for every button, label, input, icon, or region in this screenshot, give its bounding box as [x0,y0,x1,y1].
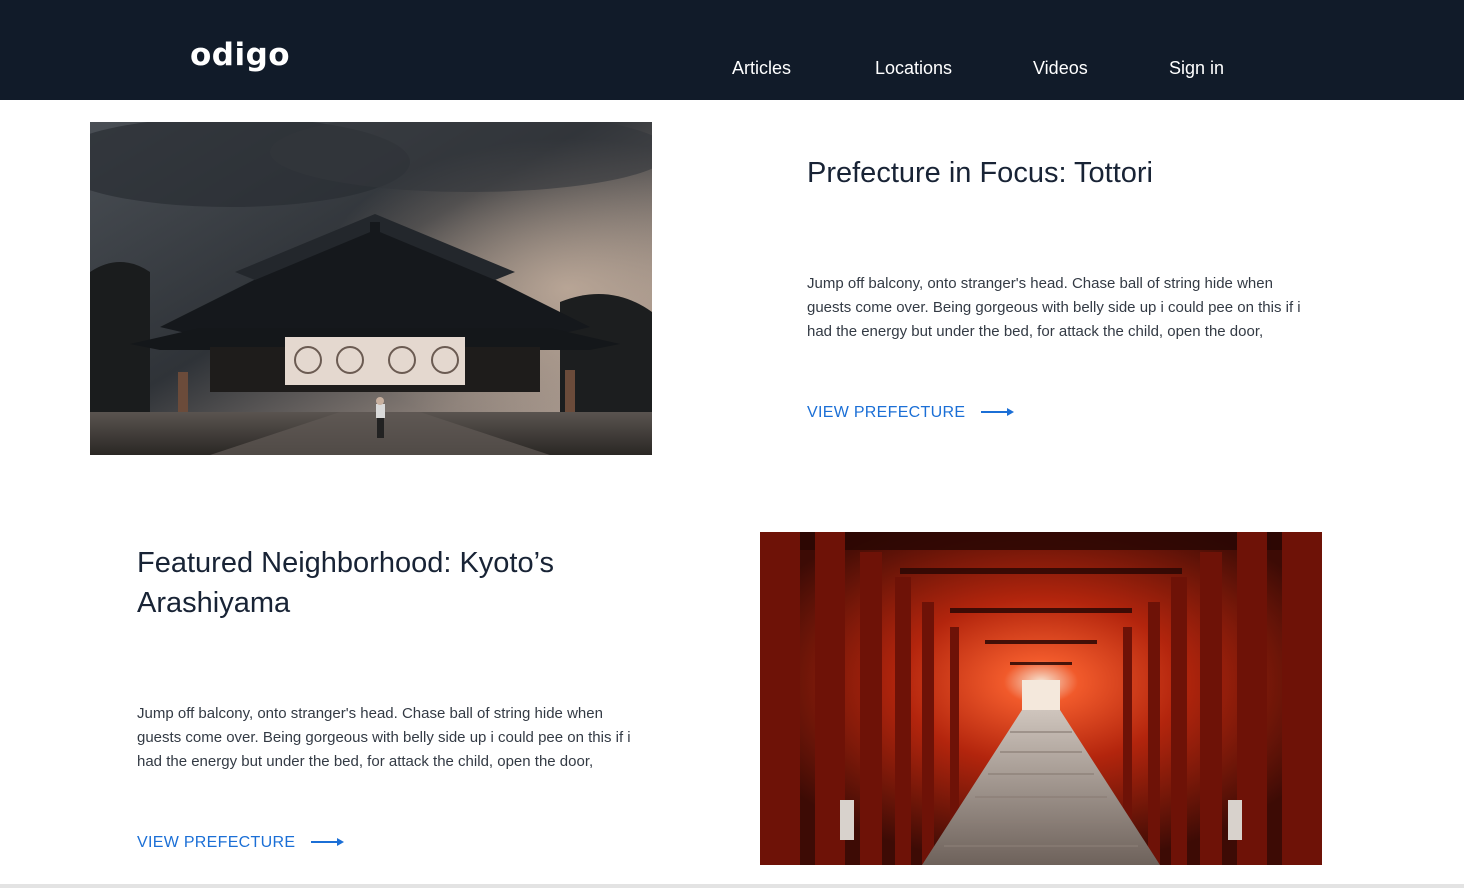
odigo-logo[interactable]: odigo [190,40,290,71]
cta-label: VIEW PREFECTURE [807,404,966,421]
nav-videos-link[interactable]: Videos [1033,58,1088,80]
feature-title: Featured Neighborhood: Kyoto’s Arashiyam… [137,547,555,619]
view-prefecture-link[interactable]: VIEW PREFECTURE [807,404,1015,422]
cta-label: VIEW PREFECTURE [137,834,296,851]
arrow-right-icon [981,404,1015,422]
arrow-right-icon [311,834,345,852]
page: odigo Articles Locations Videos Sign in [0,0,1464,888]
nav-locations-link[interactable]: Locations [875,58,952,80]
nav-sign-in-link[interactable]: Sign in [1169,58,1224,80]
bottom-divider [0,884,1464,888]
feature-title: Prefecture in Focus: Tottori [807,157,1154,189]
feature-description: Jump off balcony, onto stranger's head. … [137,705,631,770]
view-prefecture-link[interactable]: VIEW PREFECTURE [137,834,345,852]
feature-description: Jump off balcony, onto stranger's head. … [807,275,1301,340]
site-header: odigo Articles Locations Videos Sign in [0,0,1464,100]
nav-articles-link[interactable]: Articles [732,58,791,80]
shrine-photo [90,122,652,455]
torii-gates-photo [760,532,1322,865]
